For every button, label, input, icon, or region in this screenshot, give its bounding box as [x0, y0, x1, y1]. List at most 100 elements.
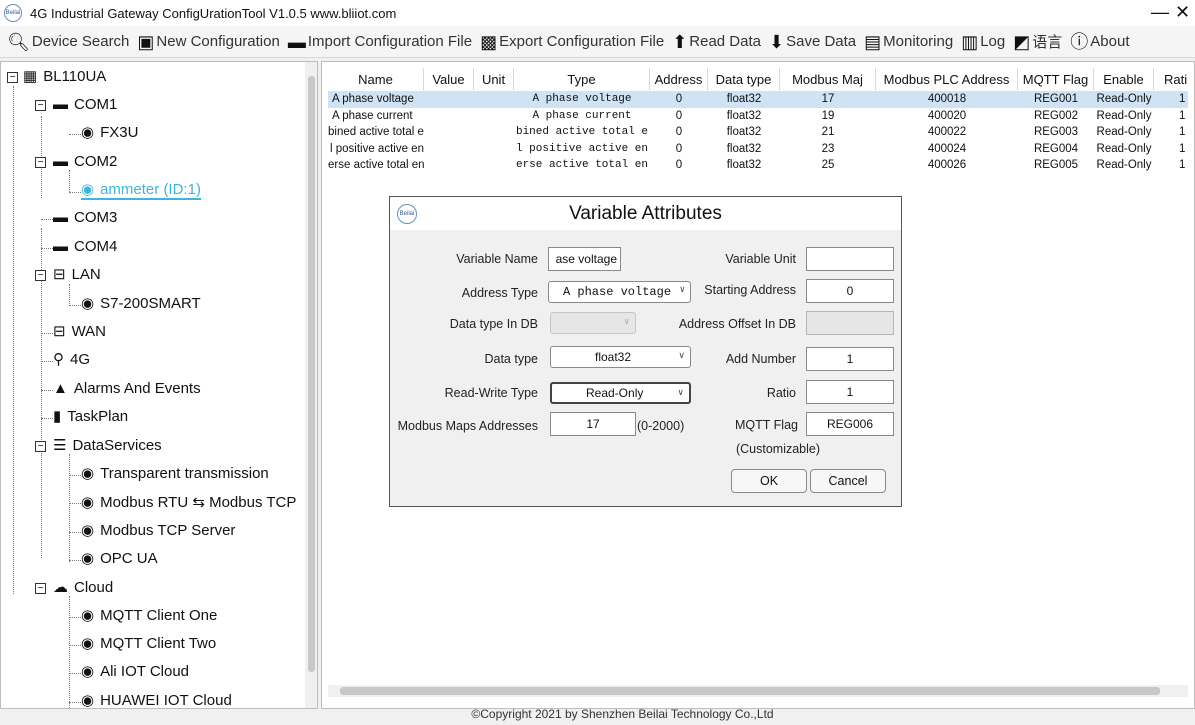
table-cell-unit[interactable]: [474, 157, 514, 174]
table-cell-ratio[interactable]: 1: [1154, 141, 1194, 158]
table-cell-data-type[interactable]: float32: [708, 141, 780, 158]
table-cell-type[interactable]: bined active total e: [514, 124, 650, 141]
table-cell-plc[interactable]: 400026: [876, 157, 1018, 174]
tree-node-root[interactable]: ▦ BL110UA: [23, 68, 106, 85]
table-scrollbar-thumb[interactable]: [340, 687, 1160, 695]
tree-node-modbus-rtu-tcp[interactable]: ◉ Modbus RTU ⇆ Modbus TCP: [81, 493, 296, 511]
tree-node-mqtt1[interactable]: ◉ MQTT Client One: [81, 607, 217, 624]
variable-unit-field[interactable]: [806, 247, 894, 271]
table-cell-name[interactable]: l positive active en: [328, 141, 424, 158]
col-header-name[interactable]: Name: [328, 68, 424, 90]
table-cell-unit[interactable]: [474, 141, 514, 158]
col-header-modbus-plc-address[interactable]: Modbus PLC Address: [876, 68, 1018, 90]
table-cell-enable[interactable]: Read-Only: [1094, 124, 1154, 141]
table-cell-value[interactable]: [424, 157, 474, 174]
table-cell-address[interactable]: 0: [650, 108, 708, 125]
table-cell-type[interactable]: erse active total en: [514, 157, 650, 174]
tree-node-com1[interactable]: ▬ COM1: [53, 96, 117, 113]
mqtt-flag-field[interactable]: REG006: [806, 412, 894, 436]
address-type-select[interactable]: A phase voltage ∨: [548, 281, 691, 303]
table-cell-mqtt[interactable]: REG002: [1018, 108, 1094, 125]
table-cell-plc[interactable]: 400018: [876, 91, 1018, 108]
cloud-collapse-toggle[interactable]: −: [35, 583, 46, 594]
read-write-type-select[interactable]: Read-Only ∨: [550, 382, 691, 404]
table-cell-data-type[interactable]: float32: [708, 124, 780, 141]
table-cell-mqtt[interactable]: REG001: [1018, 91, 1094, 108]
col-header-unit[interactable]: Unit: [474, 68, 514, 90]
tree-node-ali[interactable]: ◉ Ali IOT Cloud: [81, 663, 189, 680]
data-type-select[interactable]: float32 ∨: [550, 346, 691, 368]
col-header-type[interactable]: Type: [514, 68, 650, 90]
table-cell-data-type[interactable]: float32: [708, 157, 780, 174]
table-cell-enable[interactable]: Read-Only: [1094, 108, 1154, 125]
table-cell-address[interactable]: 0: [650, 157, 708, 174]
tree-node-com4[interactable]: ▬ COM4: [53, 238, 117, 255]
table-cell-mqtt[interactable]: REG003: [1018, 124, 1094, 141]
tree-scrollbar[interactable]: [305, 62, 317, 708]
table-cell-unit[interactable]: [474, 108, 514, 125]
variable-name-field[interactable]: ase voltage: [548, 247, 621, 271]
col-header-mqtt-flag[interactable]: MQTT Flag: [1018, 68, 1094, 90]
table-cell-mqtt[interactable]: REG005: [1018, 157, 1094, 174]
device-search-button[interactable]: 🔍︎ Device Search: [7, 33, 129, 51]
col-header-modbus-map[interactable]: Modbus Maj: [780, 68, 876, 90]
table-cell-type[interactable]: A phase voltage: [514, 91, 650, 108]
tree-node-fx3u[interactable]: ◉ FX3U: [81, 124, 138, 141]
table-cell-data-type[interactable]: float32: [708, 91, 780, 108]
table-cell-unit[interactable]: [474, 124, 514, 141]
table-cell-type[interactable]: l positive active en: [514, 141, 650, 158]
modbus-maps-field[interactable]: 17: [550, 412, 636, 436]
tree-node-s7[interactable]: ◉ S7-200SMART: [81, 295, 201, 312]
table-cell-address[interactable]: 0: [650, 141, 708, 158]
close-button[interactable]: ✕: [1175, 2, 1190, 23]
tree-node-taskplan[interactable]: ▮ TaskPlan: [53, 408, 128, 425]
tree-node-ammeter[interactable]: ◉ ammeter (ID:1): [81, 181, 201, 200]
com1-collapse-toggle[interactable]: −: [35, 100, 46, 111]
monitoring-button[interactable]: ▤ Monitoring: [864, 33, 953, 51]
col-header-data-type[interactable]: Data type: [708, 68, 780, 90]
table-cell-address[interactable]: 0: [650, 124, 708, 141]
col-header-ratio[interactable]: Rati: [1154, 68, 1194, 90]
table-cell-address[interactable]: 0: [650, 91, 708, 108]
table-cell-value[interactable]: [424, 108, 474, 125]
ok-button[interactable]: OK: [731, 469, 807, 493]
log-button[interactable]: ▥ Log: [961, 33, 1005, 51]
table-cell-modbus[interactable]: 19: [780, 108, 876, 125]
tree-node-dataservices[interactable]: ☰ DataServices: [53, 437, 162, 454]
table-cell-type[interactable]: A phase current: [514, 108, 650, 125]
tree-node-com3[interactable]: ▬ COM3: [53, 209, 117, 226]
col-header-enable[interactable]: Enable: [1094, 68, 1154, 90]
com2-collapse-toggle[interactable]: −: [35, 157, 46, 168]
table-cell-unit[interactable]: [474, 91, 514, 108]
add-number-field[interactable]: 1: [806, 347, 894, 371]
tree-node-wan[interactable]: ⊟ WAN: [53, 323, 106, 340]
table-cell-plc[interactable]: 400022: [876, 124, 1018, 141]
import-configuration-button[interactable]: ▬ Import Configuration File: [288, 33, 472, 51]
tree-scrollbar-thumb[interactable]: [308, 76, 315, 672]
table-cell-modbus[interactable]: 21: [780, 124, 876, 141]
table-cell-plc[interactable]: 400024: [876, 141, 1018, 158]
table-cell-name[interactable]: erse active total en: [328, 157, 424, 174]
cancel-button[interactable]: Cancel: [810, 469, 886, 493]
table-cell-modbus[interactable]: 25: [780, 157, 876, 174]
root-collapse-toggle[interactable]: −: [7, 72, 18, 83]
table-cell-value[interactable]: [424, 124, 474, 141]
export-configuration-button[interactable]: ▩ Export Configuration File: [480, 33, 664, 51]
col-header-value[interactable]: Value: [424, 68, 474, 90]
new-configuration-button[interactable]: ▣ New Configuration: [137, 33, 279, 51]
about-button[interactable]: ⓘ About: [1070, 33, 1129, 51]
tree-node-modbus-tcp-server[interactable]: ◉ Modbus TCP Server: [81, 522, 235, 539]
table-cell-value[interactable]: [424, 141, 474, 158]
table-cell-plc[interactable]: 400020: [876, 108, 1018, 125]
data-type-in-db-select[interactable]: ∨: [550, 312, 636, 334]
starting-address-field[interactable]: 0: [806, 279, 894, 303]
dataservices-collapse-toggle[interactable]: −: [35, 441, 46, 452]
col-header-address[interactable]: Address: [650, 68, 708, 90]
table-cell-name[interactable]: A phase voltage: [328, 91, 424, 108]
table-cell-ratio[interactable]: 1: [1154, 157, 1194, 174]
table-cell-name[interactable]: A phase current: [328, 108, 424, 125]
table-horizontal-scrollbar[interactable]: [328, 685, 1188, 697]
tree-node-4g[interactable]: ⚲ 4G: [53, 351, 90, 368]
ratio-field[interactable]: 1: [806, 380, 894, 404]
lan-collapse-toggle[interactable]: −: [35, 270, 46, 281]
